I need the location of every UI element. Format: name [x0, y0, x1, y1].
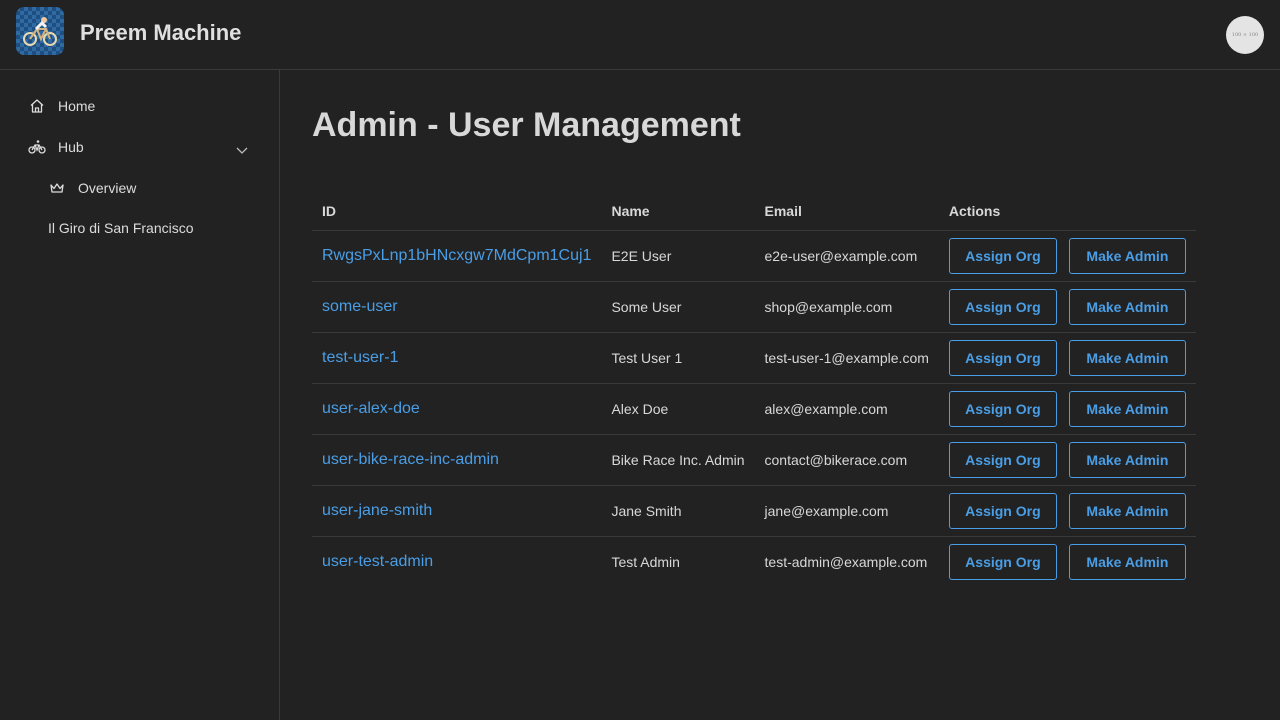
user-name: Alex Doe	[601, 383, 755, 435]
app-header: Preem Machine 100 × 100	[0, 0, 1280, 70]
app-logo[interactable]	[16, 7, 64, 55]
assign-org-button[interactable]: Assign Org	[948, 441, 1057, 478]
users-table: ID Name Email Actions RwgsPxLnp1bHNcxgw7…	[312, 192, 1196, 587]
user-id-link[interactable]: RwgsPxLnp1bHNcxgw7MdCpm1Cuj1	[322, 247, 591, 264]
make-admin-button[interactable]: Make Admin	[1068, 339, 1186, 376]
table-header-row: ID Name Email Actions	[312, 192, 1196, 231]
table-row: some-user Some User shop@example.com Ass…	[312, 281, 1196, 333]
make-admin-button[interactable]: Make Admin	[1068, 492, 1186, 529]
user-email: contact@bikerace.com	[754, 434, 939, 486]
avatar[interactable]: 100 × 100	[1226, 16, 1264, 54]
user-id-link[interactable]: test-user-1	[322, 349, 398, 366]
make-admin-button[interactable]: Make Admin	[1068, 543, 1186, 580]
assign-org-button[interactable]: Assign Org	[948, 390, 1057, 427]
user-name: Jane Smith	[601, 485, 755, 537]
assign-org-button[interactable]: Assign Org	[948, 543, 1057, 580]
bike-icon	[28, 138, 46, 156]
user-email: shop@example.com	[754, 281, 939, 333]
user-id-link[interactable]: some-user	[322, 298, 398, 315]
column-header-actions: Actions	[938, 192, 1196, 231]
sidebar-item-overview[interactable]: Overview	[48, 179, 136, 197]
sidebar-item-hub[interactable]: Hub	[28, 138, 84, 156]
assign-org-button[interactable]: Assign Org	[948, 339, 1057, 376]
home-icon	[28, 97, 46, 115]
user-email: alex@example.com	[754, 383, 939, 435]
user-email: e2e-user@example.com	[754, 230, 939, 282]
sidebar: Home Hub Overview Il Giro di San Francis…	[0, 70, 280, 720]
assign-org-button[interactable]: Assign Org	[948, 492, 1057, 529]
column-header-id: ID	[312, 192, 602, 231]
table-row: user-alex-doe Alex Doe alex@example.com …	[312, 383, 1196, 435]
table-row: user-test-admin Test Admin test-admin@ex…	[312, 536, 1196, 587]
crown-icon	[48, 179, 66, 197]
column-header-email: Email	[754, 192, 939, 231]
user-name: E2E User	[601, 230, 755, 282]
make-admin-button[interactable]: Make Admin	[1068, 237, 1186, 274]
cyclist-icon	[23, 17, 57, 46]
user-name: Some User	[601, 281, 755, 333]
chevron-down-icon[interactable]	[234, 142, 250, 158]
user-email: test-admin@example.com	[764, 553, 928, 570]
user-id-link[interactable]: user-test-admin	[322, 553, 433, 570]
page-title: Admin - User Management	[312, 106, 741, 144]
sidebar-item-il-giro[interactable]: Il Giro di San Francisco	[48, 220, 194, 236]
assign-org-button[interactable]: Assign Org	[948, 288, 1057, 325]
sidebar-item-label: Home	[58, 98, 96, 114]
table-row: test-user-1 Test User 1 test-user-1@exam…	[312, 332, 1196, 384]
table-row: user-bike-race-inc-admin Bike Race Inc. …	[312, 434, 1196, 486]
make-admin-button[interactable]: Make Admin	[1068, 390, 1186, 427]
make-admin-button[interactable]: Make Admin	[1068, 441, 1186, 478]
user-id-link[interactable]: user-alex-doe	[322, 400, 420, 417]
app-title: Preem Machine	[80, 20, 242, 45]
user-name: Test Admin	[611, 553, 680, 570]
user-name: Bike Race Inc. Admin	[601, 434, 755, 486]
sidebar-item-label: Il Giro di San Francisco	[48, 220, 194, 236]
sidebar-item-home[interactable]: Home	[28, 97, 95, 115]
assign-org-button[interactable]: Assign Org	[948, 237, 1057, 274]
main-content: Admin - User Management ID Name Email Ac…	[280, 70, 1280, 720]
user-id-link[interactable]: user-bike-race-inc-admin	[322, 451, 499, 468]
table-row: user-jane-smith Jane Smith jane@example.…	[312, 485, 1196, 537]
make-admin-button[interactable]: Make Admin	[1068, 288, 1186, 325]
user-email: test-user-1@example.com	[754, 332, 939, 384]
user-id-link[interactable]: user-jane-smith	[322, 502, 432, 519]
column-header-name: Name	[601, 192, 755, 231]
sidebar-item-label: Hub	[58, 139, 84, 155]
user-email: jane@example.com	[754, 485, 939, 537]
sidebar-item-label: Overview	[78, 180, 137, 196]
table-row: RwgsPxLnp1bHNcxgw7MdCpm1Cuj1 E2E User e2…	[312, 230, 1196, 282]
user-name: Test User 1	[601, 332, 755, 384]
